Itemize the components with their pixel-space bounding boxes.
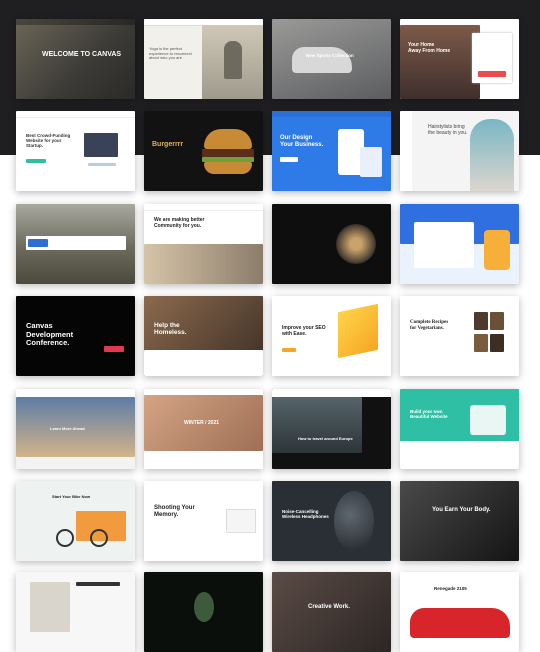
thumb-title: You Earn Your Body. (432, 507, 491, 513)
template-thumb-builder[interactable]: Build your own Beautiful Website (400, 389, 519, 469)
template-thumb-headphones[interactable]: Noise-Cancelling Wireless Headphones (272, 481, 391, 561)
thumb-title: Start Your Bike Now (52, 494, 91, 499)
template-thumb-seo[interactable]: Improve your SEO with Ease. (272, 296, 391, 376)
thumb-title: Build your own Beautiful Website (410, 409, 448, 420)
template-thumb-welcome[interactable]: WELCOME TO CANVAS (16, 19, 135, 99)
template-thumb-course[interactable]: Learn More Ahead (16, 389, 135, 469)
template-thumb-car[interactable]: Renegade 2105 (400, 572, 519, 652)
thumb-title: Canvas Development Conference. (26, 321, 74, 348)
thumb-title: Creative Work. (308, 604, 350, 610)
template-thumb-conference[interactable]: Canvas Development Conference. (16, 296, 135, 376)
template-thumb-creative[interactable]: Creative Work. (272, 572, 391, 652)
thumb-title: Best Crowd-Funding Website for your Star… (26, 133, 71, 149)
thumb-title: Our Design Your Business. (280, 135, 324, 148)
template-thumb-saas[interactable] (400, 204, 519, 284)
template-thumb-blog[interactable]: How to travel around Europe (272, 389, 391, 469)
slider-dots[interactable] (328, 93, 338, 99)
thumb-title: WELCOME TO CANVAS (42, 51, 122, 58)
template-thumb-sports[interactable]: New Sports Collection (272, 19, 391, 99)
template-thumb-magazine[interactable] (16, 572, 135, 652)
template-thumb-crowdfunding[interactable]: Best Crowd-Funding Website for your Star… (16, 111, 135, 191)
thumb-title: New Sports Collection (306, 53, 354, 58)
template-thumb-hair[interactable]: Hairstylists bring the beauty in you. (400, 111, 519, 191)
thumb-title: Renegade 2105 (434, 586, 467, 591)
template-thumb-burger[interactable]: Burgerrrr (144, 111, 263, 191)
template-thumb-photography[interactable]: Shooting Your Memory. (144, 481, 263, 561)
template-thumb-fitness[interactable]: You Earn Your Body. (400, 481, 519, 561)
thumb-title: Shooting Your Memory. (154, 505, 195, 518)
thumb-title: Help the Homeless. (154, 322, 187, 337)
template-thumb-bike[interactable]: Start Your Bike Now (16, 481, 135, 561)
thumb-title: Noise-Cancelling Wireless Headphones (282, 509, 329, 520)
thumb-title: Improve your SEO with Ease. (282, 325, 326, 337)
template-thumb-charity[interactable]: Help the Homeless. (144, 296, 263, 376)
template-thumb-travel[interactable] (16, 204, 135, 284)
thumb-title: Burgerrrr (152, 141, 184, 148)
template-thumb-community[interactable]: We are making better Community for you. (144, 204, 263, 284)
thumb-title: Learn More Ahead (50, 426, 85, 431)
template-thumb-winter[interactable]: WINTER / 2021 (144, 389, 263, 469)
template-thumb-design[interactable]: Our Design Your Business. (272, 111, 391, 191)
template-thumb-nature[interactable] (144, 572, 263, 652)
thumb-title: We are making better Community for you. (154, 217, 205, 229)
thumb-title: Yoga is the perfect experience to reconn… (149, 46, 192, 61)
thumb-title: Hairstylists bring the beauty in you. (428, 124, 468, 136)
template-thumb-food[interactable] (272, 204, 391, 284)
thumb-title: Complete Recipes for Vegetarians. (410, 320, 449, 331)
template-thumb-home[interactable]: Your Home Away From Home (400, 19, 519, 99)
thumb-title: WINTER / 2021 (184, 420, 220, 426)
template-thumb-recipes[interactable]: Complete Recipes for Vegetarians. (400, 296, 519, 376)
thumb-title: Your Home Away From Home (408, 42, 451, 54)
thumb-title: How to travel around Europe (298, 436, 353, 441)
template-thumb-yoga[interactable]: Yoga is the perfect experience to reconn… (144, 19, 263, 99)
